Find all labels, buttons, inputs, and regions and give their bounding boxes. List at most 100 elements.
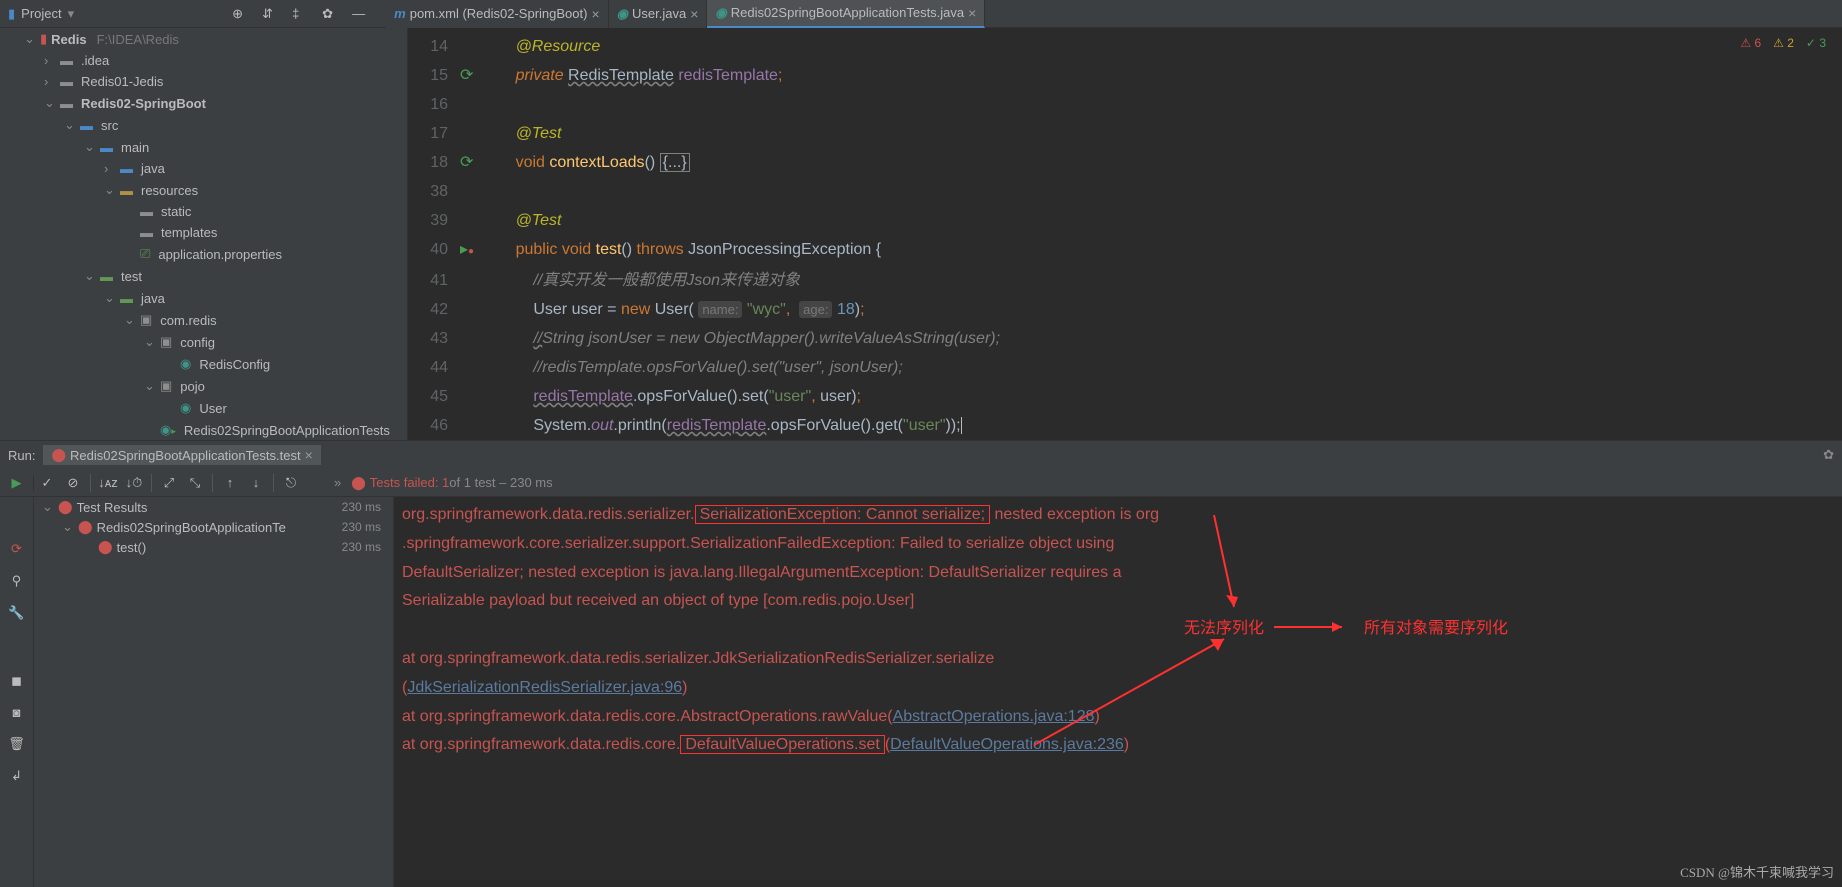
minimize-icon[interactable]: —: [352, 6, 368, 22]
arrow-icon[interactable]: ⌄: [62, 519, 74, 535]
arrow-icon[interactable]: ›: [104, 161, 116, 176]
wrench-icon[interactable]: 🔧: [8, 605, 24, 621]
sort-time-icon[interactable]: ↓⏱: [121, 475, 147, 491]
code-line[interactable]: 43 //String jsonUser = new ObjectMapper(…: [408, 324, 1842, 353]
gutter-icon[interactable]: [460, 90, 480, 119]
tree-item[interactable]: ⌄▣com.redis: [0, 309, 407, 331]
sort-az-icon[interactable]: ↓ᴀᴢ: [95, 475, 121, 490]
inspection-oks[interactable]: ✓ 3: [1806, 36, 1826, 50]
tree-item[interactable]: ⌄▬test: [0, 265, 407, 287]
editor-area[interactable]: ⚠ 6 ⚠ 2 ✓ 3 14 @Resource15⟳ private Redi…: [408, 28, 1842, 440]
debug-icon[interactable]: ⟳: [11, 541, 22, 557]
down-icon[interactable]: ↓: [243, 475, 269, 490]
test-row[interactable]: ⬤test()230 ms: [34, 537, 393, 557]
code-line[interactable]: 44 //redisTemplate.opsForValue().set("us…: [408, 353, 1842, 382]
tree-item[interactable]: ⌄▬main: [0, 136, 407, 158]
exit-icon[interactable]: ↲: [11, 768, 22, 784]
camera-icon[interactable]: ◙: [13, 705, 21, 720]
arrow-icon[interactable]: ⌄: [64, 117, 76, 133]
code-line[interactable]: 41 //真实开发一般都使用Json来传递对象: [408, 266, 1842, 295]
gutter-icon[interactable]: [460, 353, 480, 382]
check-icon[interactable]: ✓: [34, 475, 60, 491]
tree-item[interactable]: ⌄▬java: [0, 287, 407, 309]
gutter-icon[interactable]: ⟳: [460, 61, 480, 90]
code-line[interactable]: 17 @Test: [408, 119, 1842, 148]
trash-icon[interactable]: 🗑: [8, 736, 25, 752]
arrow-icon[interactable]: ⌄: [104, 182, 116, 198]
code-line[interactable]: 46 System.out.println(redisTemplate.opsF…: [408, 411, 1842, 440]
code-line[interactable]: 16: [408, 90, 1842, 119]
arrow-icon[interactable]: ⌄: [24, 31, 36, 47]
tree-item[interactable]: ⎚application.properties: [0, 243, 407, 265]
tree-item[interactable]: ▬static: [0, 201, 407, 222]
arrow-icon[interactable]: ⌄: [104, 290, 116, 306]
code-line[interactable]: 42 User user = new User( name: "wyc", ag…: [408, 295, 1842, 324]
gutter-icon[interactable]: [460, 177, 480, 206]
rerun-icon[interactable]: ▶: [12, 475, 22, 491]
gutter-icon[interactable]: [460, 382, 480, 411]
tree-root[interactable]: ⌄ ▮ Redis F:\IDEA\Redis: [0, 28, 407, 50]
gutter-icon[interactable]: [460, 32, 480, 61]
arrow-icon[interactable]: ⌄: [144, 334, 156, 350]
tree-item[interactable]: ›▬Redis01-Jedis: [0, 71, 407, 92]
run-tab[interactable]: ⬤ Redis02SpringBootApplicationTests.test…: [43, 445, 320, 465]
console-output[interactable]: 无法序列化 所有对象需要序列化 org.springframework.data…: [394, 497, 1842, 887]
gutter-icon[interactable]: [460, 411, 480, 440]
gutter-icon[interactable]: [460, 206, 480, 235]
test-row[interactable]: ⌄⬤Redis02SpringBootApplicationTe230 ms: [34, 517, 393, 537]
gutter-icon[interactable]: ⟳: [460, 148, 480, 177]
code-line[interactable]: 18⟳ void contextLoads() {...}: [408, 148, 1842, 177]
arrow-icon[interactable]: ⌄: [44, 95, 56, 111]
code-line[interactable]: 15⟳ private RedisTemplate redisTemplate;: [408, 61, 1842, 90]
gear-icon[interactable]: ✿: [1823, 447, 1834, 463]
gutter-icon[interactable]: [460, 295, 480, 324]
code-line[interactable]: 40▸● public void test() throws JsonProce…: [408, 235, 1842, 266]
inspection-warnings[interactable]: ⚠ 2: [1773, 36, 1794, 50]
target-icon[interactable]: ⊕: [232, 6, 248, 22]
collapse-icon[interactable]: ⤡: [182, 475, 208, 491]
tree-item[interactable]: ›▬java: [0, 158, 407, 179]
inspection-errors[interactable]: ⚠ 6: [1740, 36, 1761, 50]
code-line[interactable]: 45 redisTemplate.opsForValue().set("user…: [408, 382, 1842, 411]
arrow-icon[interactable]: ⌄: [84, 139, 96, 155]
arrow-icon[interactable]: ⌄: [144, 378, 156, 394]
project-dropdown[interactable]: ▮ Project ▾: [0, 6, 82, 22]
tree-item[interactable]: ⌄▬src: [0, 114, 407, 136]
close-icon[interactable]: ×: [968, 5, 976, 21]
expand-icon[interactable]: ⤢: [156, 475, 182, 491]
close-icon[interactable]: ×: [591, 6, 599, 22]
tree-item[interactable]: ▬templates: [0, 222, 407, 243]
tree-item[interactable]: ⌄▬Redis02-SpringBoot: [0, 92, 407, 114]
code-line[interactable]: 38: [408, 177, 1842, 206]
close-icon[interactable]: ×: [690, 6, 698, 22]
structure-icon[interactable]: ⚲: [12, 573, 22, 589]
gutter-icon[interactable]: [460, 119, 480, 148]
filter-icon[interactable]: ‡: [292, 6, 308, 22]
stop-icon[interactable]: ◼: [11, 673, 22, 689]
arrow-icon[interactable]: ›: [44, 74, 56, 89]
gutter-icon[interactable]: ▸●: [460, 235, 480, 266]
arrow-icon[interactable]: ⌄: [124, 312, 136, 328]
editor-tab[interactable]: ◉User.java×: [609, 0, 708, 28]
arrow-icon[interactable]: ⌄: [42, 499, 54, 515]
editor-tab[interactable]: ◉Redis02SpringBootApplicationTests.java×: [707, 0, 985, 28]
export-icon[interactable]: ⎋: [278, 475, 304, 491]
tree-item[interactable]: ◉▸Redis02SpringBootApplicationTests: [0, 419, 407, 440]
test-tree[interactable]: ⌄⬤Test Results230 ms⌄⬤Redis02SpringBootA…: [34, 497, 394, 887]
sort-icon[interactable]: ⇵: [262, 6, 278, 22]
tree-item[interactable]: ⌄▣pojo: [0, 375, 407, 397]
project-tree[interactable]: ⌄ ▮ Redis F:\IDEA\Redis ›▬.idea›▬Redis01…: [0, 28, 408, 440]
tree-item[interactable]: ◉User: [0, 397, 407, 419]
editor-tab[interactable]: mpom.xml (Redis02-SpringBoot)×: [386, 0, 608, 28]
gutter-icon[interactable]: [460, 266, 480, 295]
tree-item[interactable]: ⌄▣config: [0, 331, 407, 353]
test-row[interactable]: ⌄⬤Test Results230 ms: [34, 497, 393, 517]
tree-item[interactable]: ›▬.idea: [0, 50, 407, 71]
gutter-icon[interactable]: [460, 324, 480, 353]
code-line[interactable]: 39 @Test: [408, 206, 1842, 235]
arrow-icon[interactable]: ⌄: [84, 268, 96, 284]
code-line[interactable]: 14 @Resource: [408, 32, 1842, 61]
up-icon[interactable]: ↑: [217, 475, 243, 490]
disable-icon[interactable]: ⊘: [60, 475, 86, 491]
gear-icon[interactable]: ✿: [322, 6, 338, 22]
